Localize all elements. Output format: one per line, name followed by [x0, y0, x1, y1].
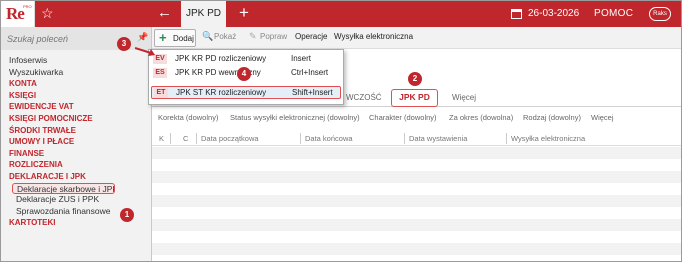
column-c[interactable]: C — [180, 134, 188, 143]
table-row[interactable] — [152, 159, 681, 171]
menu-item-shortcut: Shift+Insert — [292, 88, 333, 97]
sidebar-item-ksiegi[interactable]: KSIĘGI — [1, 90, 151, 102]
menu-item-label: JPK ST KR rozliczeniowy — [176, 88, 267, 97]
callout-1: 1 — [120, 208, 134, 222]
sidebar-item-ewidencje-vat[interactable]: EWIDENCJE VAT — [1, 101, 151, 113]
table-row[interactable] — [152, 231, 681, 243]
table-row[interactable] — [152, 183, 681, 195]
menu-item-shortcut: Insert — [291, 54, 312, 63]
sidebar-item-konta[interactable]: KONTA — [1, 78, 151, 90]
calendar-icon[interactable] — [511, 9, 522, 19]
callout-4: 4 — [237, 67, 251, 81]
column-separator — [506, 133, 507, 144]
favorites-star-icon[interactable]: ☆ — [41, 5, 54, 22]
menu-item-jpk-kr-pd-rozliczeniowy[interactable]: EV JPK KR PD rozliczeniowy Insert — [151, 53, 341, 66]
menu-item-shortcut: Ctrl+Insert — [291, 68, 329, 77]
column-separator — [404, 133, 405, 144]
code-badge: ES — [153, 68, 167, 78]
working-date[interactable]: 26-03-2026 — [528, 8, 579, 19]
magnifier-icon: 🔍 — [202, 31, 214, 41]
cloud-user-icon[interactable]: Raks — [649, 7, 671, 21]
tab-partial[interactable]: WCZOŚĆ — [346, 93, 382, 102]
sidebar-item-srodki-trwale[interactable]: ŚRODKI TRWAŁE — [1, 125, 151, 137]
sidebar-item-infoserwis[interactable]: Infoserwis — [1, 55, 151, 67]
filter-bar: Korekta (dowolny) Status wysyłki elektro… — [152, 111, 681, 125]
column-data-poczatkowa[interactable]: Data początkowa — [198, 134, 259, 143]
help-button[interactable]: POMOC — [594, 8, 633, 19]
filter-more[interactable]: Więcej — [591, 113, 614, 122]
column-wysylka[interactable]: Wysyłka elektroniczna — [508, 134, 585, 143]
sidebar-item-ksiegi-pomocnicze[interactable]: KSIĘGI POMOCNICZE — [1, 113, 151, 125]
table-row[interactable] — [152, 207, 681, 219]
app-window: Re PRO ☆ ← JPK PD + 26-03-2026 POMOC Rak… — [0, 0, 682, 262]
sidebar-item-rozliczenia[interactable]: ROZLICZENIA — [1, 159, 151, 171]
correct-button[interactable]: Popraw — [260, 32, 287, 41]
table-row[interactable] — [152, 243, 681, 255]
filter-status[interactable]: Status wysyłki elektronicznej (dowolny) — [230, 113, 360, 122]
pointer-arrow-icon — [135, 47, 155, 56]
filter-charakter[interactable]: Charakter (dowolny) — [369, 113, 437, 122]
plus-icon: + — [159, 30, 167, 45]
column-data-wystawienia[interactable]: Data wystawienia — [406, 134, 467, 143]
back-arrow-icon[interactable]: ← — [157, 4, 172, 21]
show-button[interactable]: Pokaż — [214, 32, 236, 41]
code-badge: ET — [154, 88, 168, 98]
toolbar: + Dodaj 🔍 Pokaż ✎ Popraw Operacje Wysyłk… — [152, 27, 681, 49]
logo-superscript: PRO — [23, 4, 32, 9]
search-input[interactable] — [7, 32, 127, 46]
add-label: Dodaj — [173, 34, 194, 43]
logo-text: Re — [6, 4, 25, 23]
table-row[interactable] — [152, 171, 681, 183]
menu-item-jpk-st-kr-rozliczeniowy[interactable]: ET JPK ST KR rozliczeniowy Shift+Insert — [151, 86, 341, 99]
sidebar: 📌 Infoserwis Wyszukiwarka KONTA KSIĘGI E… — [1, 27, 152, 261]
column-separator — [300, 133, 301, 144]
tab-more[interactable]: Więcej — [452, 93, 476, 102]
column-separator — [196, 133, 197, 144]
column-separator — [170, 133, 171, 144]
callout-3: 3 — [117, 37, 131, 51]
sidebar-menu: Infoserwis Wyszukiwarka KONTA KSIĘGI EWI… — [1, 55, 151, 229]
table-row[interactable] — [152, 219, 681, 231]
top-bar: Re PRO ☆ ← JPK PD + 26-03-2026 POMOC Rak… — [1, 1, 681, 27]
app-logo[interactable]: Re PRO — [1, 1, 35, 27]
new-tab-plus-icon[interactable]: + — [239, 3, 249, 23]
add-button[interactable]: + Dodaj — [154, 29, 196, 47]
pin-icon[interactable]: 📌 — [137, 32, 148, 43]
menu-item-label: JPK KR PD rozliczeniowy — [175, 54, 267, 63]
filter-rodzaj[interactable]: Rodzaj (dowolny) — [523, 113, 581, 122]
column-k[interactable]: K — [156, 134, 164, 143]
sidebar-item-umowy-i-place[interactable]: UMOWY I PŁACE — [1, 136, 151, 148]
sidebar-item-deklaracje-i-jpk[interactable]: DEKLARACJE I JPK — [1, 171, 151, 183]
sidebar-item-deklaracje-zus[interactable]: Deklaracje ZUS i PPK — [1, 194, 151, 206]
operations-menu[interactable]: Operacje — [295, 32, 327, 41]
sidebar-item-deklaracje-skarbowe[interactable]: Deklaracje skarbowe i JPK — [12, 182, 115, 195]
sidebar-item-wyszukiwarka[interactable]: Wyszukiwarka — [1, 67, 151, 79]
column-data-koncowa[interactable]: Data końcowa — [302, 134, 353, 143]
pencil-icon: ✎ — [249, 31, 257, 41]
tab-jpk-pd[interactable]: JPK PD — [181, 1, 226, 27]
table-row[interactable] — [152, 147, 681, 159]
table-row[interactable] — [152, 195, 681, 207]
send-electronic-button[interactable]: Wysyłka elektroniczna — [334, 32, 413, 41]
tab-jpk-pd-filter[interactable]: JPK PD — [391, 89, 438, 107]
sidebar-item-finanse[interactable]: FINANSE — [1, 148, 151, 160]
callout-2: 2 — [408, 72, 422, 86]
grid-header: K C Data początkowa Data końcowa Data wy… — [152, 132, 681, 146]
filter-korekta[interactable]: Korekta (dowolny) — [158, 113, 218, 122]
filter-okres[interactable]: Za okres (dowolna) — [449, 113, 513, 122]
